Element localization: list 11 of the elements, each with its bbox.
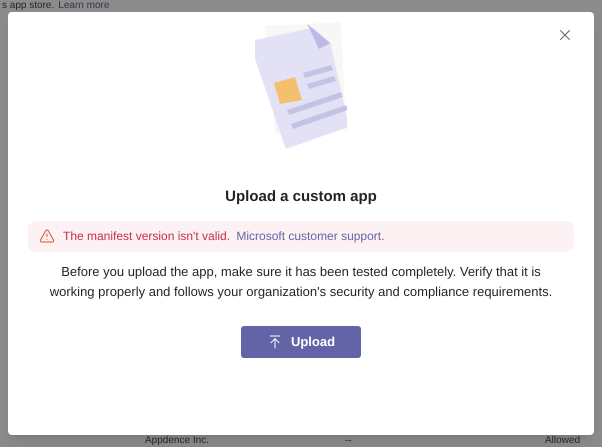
support-link[interactable]: Microsoft customer support bbox=[236, 229, 382, 243]
learn-more-link[interactable]: Learn more bbox=[58, 0, 110, 12]
warning-icon bbox=[39, 228, 55, 244]
dialog-title: Upload a custom app bbox=[225, 187, 377, 207]
table-cell: Appdence Inc. bbox=[145, 435, 209, 447]
background-text: s app store. bbox=[2, 0, 54, 12]
table-cell: -- bbox=[345, 435, 352, 447]
description-text: Before you upload the app, make sure it has been tested completely. Verify that it is working properly and follows your organization's security and compliance requirements. bbox=[48, 262, 554, 301]
error-message: The manifest version isn't valid. Microsoft customer support. bbox=[63, 228, 384, 245]
table-cell: Allowed bbox=[545, 435, 580, 447]
upload-button[interactable]: Upload bbox=[241, 326, 361, 358]
